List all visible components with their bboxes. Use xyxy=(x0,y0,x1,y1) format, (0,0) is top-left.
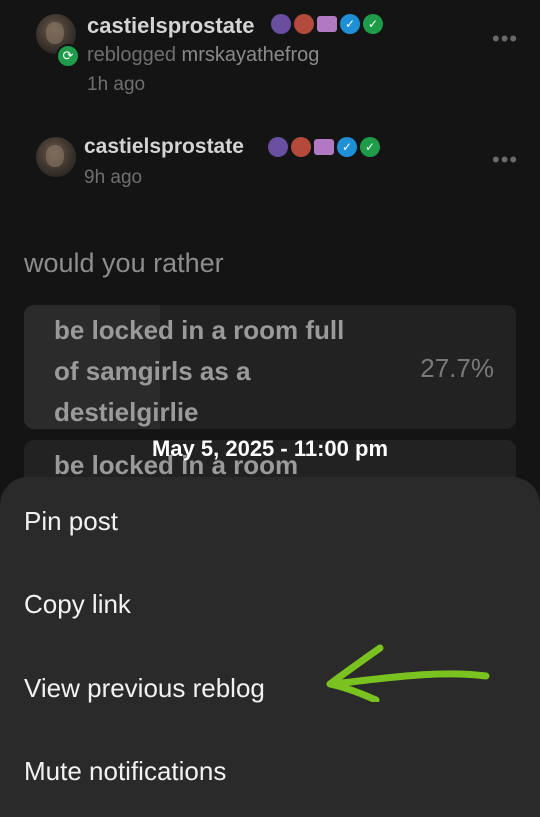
post-header: castielsprostate ✓ ✓ 9h ago ••• xyxy=(0,125,540,205)
typewriter-badge-icon xyxy=(317,16,337,32)
menu-item-mute-notifications[interactable]: Mute notifications xyxy=(24,756,226,787)
checkmark-badge-icon: ✓ xyxy=(363,14,383,34)
post-timestamp: May 5, 2025 - 11:00 pm xyxy=(151,436,389,461)
user-badges: ✓ ✓ xyxy=(268,137,380,157)
poll-question: would you rather xyxy=(24,248,224,278)
menu-item-view-previous-reblog[interactable]: View previous reblog xyxy=(24,673,265,704)
reblog-header: ⟳ castielsprostate ✓ ✓ reblogged mrskaya… xyxy=(0,0,540,110)
reblog-subline: reblogged mrskayathefrog xyxy=(87,44,319,67)
badge-icon xyxy=(291,137,311,157)
badge-icon xyxy=(271,14,291,34)
arrow-annotation-icon xyxy=(326,644,490,702)
badge-icon xyxy=(294,14,314,34)
reblog-time: 1h ago xyxy=(87,74,146,95)
verified-icon: ✓ xyxy=(337,137,357,157)
avatar[interactable] xyxy=(36,137,76,177)
poll-option-percent: 27.7% xyxy=(420,353,494,383)
reblog-icon: ⟳ xyxy=(56,44,80,68)
verified-icon: ✓ xyxy=(340,14,360,34)
menu-item-pin-post[interactable]: Pin post xyxy=(24,506,118,537)
badge-icon xyxy=(268,137,288,157)
user-badges: ✓ ✓ xyxy=(271,14,383,34)
more-icon[interactable]: ••• xyxy=(492,26,518,52)
menu-item-copy-link[interactable]: Copy link xyxy=(24,589,131,620)
checkmark-badge-icon: ✓ xyxy=(360,137,380,157)
post-time: 9h ago xyxy=(84,167,143,188)
username[interactable]: castielsprostate xyxy=(84,135,244,159)
poll-option[interactable]: be locked in a room full of samgirls as … xyxy=(24,305,516,429)
typewriter-badge-icon xyxy=(314,139,334,155)
username[interactable]: castielsprostate xyxy=(87,13,255,39)
poll-option-label: be locked in a room full of samgirls as … xyxy=(54,315,345,427)
reblogged-from-link[interactable]: mrskayathefrog xyxy=(182,44,320,66)
more-icon[interactable]: ••• xyxy=(492,147,518,173)
reblogged-text: reblogged xyxy=(87,44,176,66)
